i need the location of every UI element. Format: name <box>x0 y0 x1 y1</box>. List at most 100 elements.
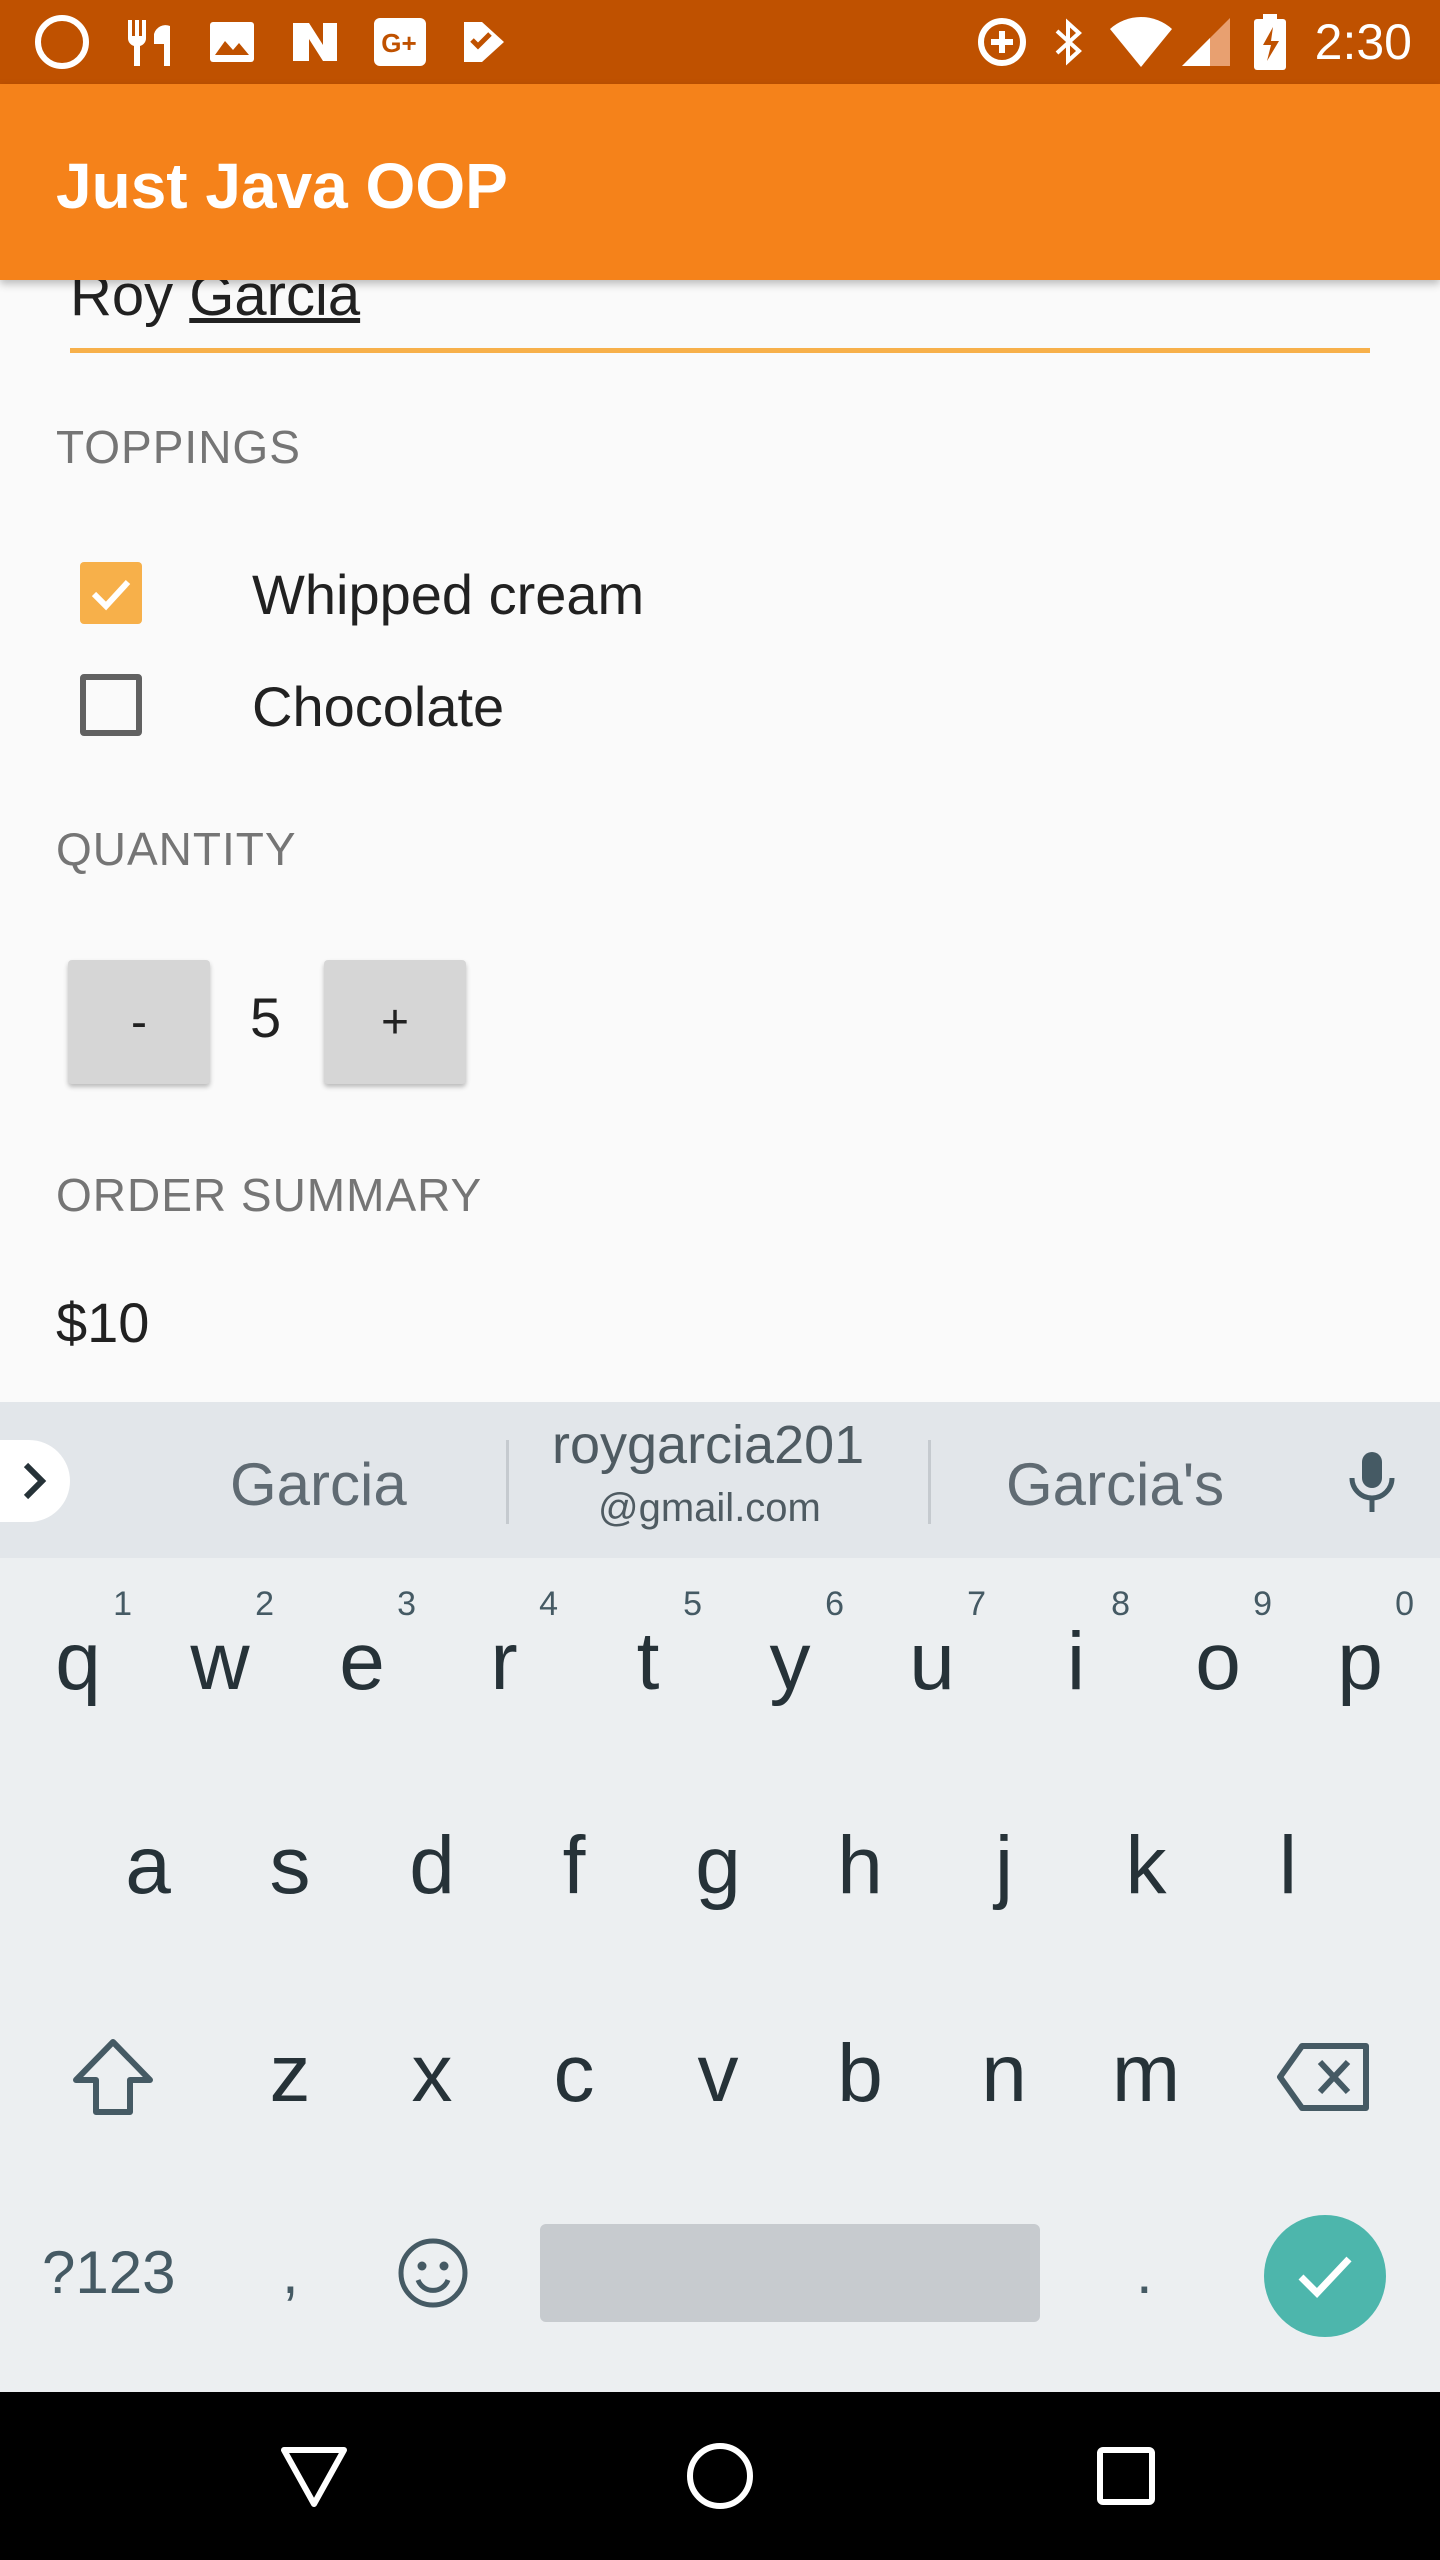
key-n[interactable]: n <box>944 2024 1064 2124</box>
symbols-key[interactable]: ?123 <box>42 2238 175 2307</box>
chocolate-checkbox-row[interactable]: Chocolate <box>80 672 980 742</box>
chevron-right-icon <box>23 1462 47 1500</box>
circle-icon <box>30 14 94 70</box>
name-first-text: Roy <box>70 280 174 328</box>
whipped-cream-label: Whipped cream <box>252 563 645 626</box>
key-y-hint: 6 <box>825 1585 844 1623</box>
key-o-hint: 9 <box>1253 1585 1272 1623</box>
key-p-hint: 0 <box>1395 1585 1414 1623</box>
image-icon <box>202 14 262 70</box>
suggestion-center[interactable]: roygarcia201 <box>552 1414 864 1476</box>
key-u[interactable]: u7 <box>872 1585 992 1712</box>
home-circle-icon <box>687 2443 753 2509</box>
chocolate-label: Chocolate <box>252 675 505 738</box>
navigation-bar <box>0 2392 1440 2560</box>
back-triangle-icon <box>281 2447 347 2507</box>
period-key[interactable]: . <box>1136 2238 1153 2307</box>
emoji-key[interactable] <box>396 2236 470 2315</box>
key-q[interactable]: q1 <box>18 1585 138 1712</box>
chocolate-checkbox[interactable] <box>80 674 142 736</box>
key-w-hint: 2 <box>255 1585 274 1623</box>
key-f[interactable]: f <box>514 1816 634 1916</box>
cell-signal-icon <box>1178 14 1234 70</box>
key-y-label: y <box>769 1616 811 1707</box>
key-a[interactable]: a <box>88 1816 208 1916</box>
increment-button[interactable]: + <box>324 960 466 1084</box>
recents-square-icon <box>1097 2447 1155 2505</box>
key-k[interactable]: k <box>1086 1816 1206 1916</box>
whipped-cream-checkbox[interactable] <box>80 562 142 624</box>
suggestion-divider <box>928 1440 931 1524</box>
checkmark-icon <box>1298 2256 1352 2299</box>
key-e[interactable]: e3 <box>302 1585 422 1712</box>
key-u-hint: 7 <box>967 1585 986 1623</box>
google-plus-icon: G+ <box>370 14 430 70</box>
recents-button[interactable] <box>1084 2434 1168 2518</box>
key-e-label: e <box>339 1616 385 1707</box>
key-e-hint: 3 <box>397 1585 416 1623</box>
suggestion-right[interactable]: Garcia's <box>1006 1450 1224 1519</box>
microphone-icon[interactable] <box>1344 1448 1400 1523</box>
order-form: Roy Garcia TOPPINGS Whipped cream Chocol… <box>0 280 1440 1402</box>
name-input-underline <box>70 348 1370 353</box>
key-o[interactable]: o9 <box>1158 1585 1278 1712</box>
key-p-label: p <box>1337 1616 1383 1707</box>
key-z[interactable]: z <box>230 2024 350 2124</box>
order-summary-label: ORDER SUMMARY <box>56 1169 483 1221</box>
key-t-label: t <box>636 1616 660 1707</box>
key-t-hint: 5 <box>683 1585 702 1623</box>
key-t[interactable]: t5 <box>588 1585 708 1712</box>
decrement-button[interactable]: - <box>68 960 210 1084</box>
emoji-icon <box>398 2238 468 2308</box>
key-o-label: o <box>1195 1616 1241 1707</box>
key-s[interactable]: s <box>230 1816 350 1916</box>
key-d[interactable]: d <box>372 1816 492 1916</box>
done-key[interactable] <box>1264 2215 1386 2337</box>
bluetooth-icon <box>1044 14 1094 70</box>
key-v[interactable]: v <box>658 2024 778 2124</box>
key-j[interactable]: j <box>944 1816 1064 1916</box>
key-i-hint: 8 <box>1111 1585 1130 1623</box>
whipped-cream-checkbox-row[interactable]: Whipped cream <box>80 560 980 630</box>
key-b[interactable]: b <box>800 2024 920 2124</box>
key-q-label: q <box>55 1616 101 1707</box>
suggestion-divider <box>506 1440 509 1524</box>
key-i-label: i <box>1066 1616 1086 1707</box>
check-tag-icon <box>454 14 514 70</box>
suggestion-left[interactable]: Garcia <box>230 1450 407 1519</box>
key-m[interactable]: m <box>1086 2024 1206 2124</box>
key-y[interactable]: y6 <box>730 1585 850 1712</box>
quantity-value: 5 <box>250 986 282 1049</box>
key-g[interactable]: g <box>658 1816 778 1916</box>
backspace-key[interactable] <box>1276 2042 1372 2117</box>
home-button[interactable] <box>678 2434 762 2518</box>
key-l[interactable]: l <box>1228 1816 1348 1916</box>
comma-key[interactable]: , <box>282 2238 299 2307</box>
app-title: Just Java OOP <box>56 150 508 222</box>
expand-suggestions-button[interactable] <box>0 1440 70 1522</box>
key-u-label: u <box>909 1616 955 1707</box>
space-key[interactable] <box>540 2224 1040 2322</box>
key-w-label: w <box>190 1616 250 1707</box>
key-x[interactable]: x <box>372 2024 492 2124</box>
order-summary-price: $10 <box>56 1291 150 1354</box>
key-c[interactable]: c <box>514 2024 634 2124</box>
battery-charging-icon <box>1250 14 1290 70</box>
back-button[interactable] <box>272 2434 356 2518</box>
key-p[interactable]: p0 <box>1300 1585 1420 1712</box>
n-logo-icon <box>286 14 346 70</box>
svg-text:G+: G+ <box>381 28 416 58</box>
name-input[interactable]: Roy Garcia <box>70 280 1370 336</box>
shift-key[interactable] <box>70 2036 156 2123</box>
key-r-hint: 4 <box>539 1585 558 1623</box>
toppings-label: TOPPINGS <box>56 421 301 473</box>
key-i[interactable]: i8 <box>1016 1585 1136 1712</box>
data-saver-icon <box>972 14 1032 70</box>
key-r[interactable]: r4 <box>444 1585 564 1712</box>
key-w[interactable]: w2 <box>160 1585 280 1712</box>
status-bar: G+ 2:30 <box>0 0 1440 84</box>
key-h[interactable]: h <box>800 1816 920 1916</box>
status-time: 2:30 <box>1314 14 1412 70</box>
suggestion-center-domain[interactable]: @gmail.com <box>598 1486 821 1531</box>
suggestion-strip: Garcia roygarcia201 @gmail.com Garcia's <box>0 1402 1440 1558</box>
